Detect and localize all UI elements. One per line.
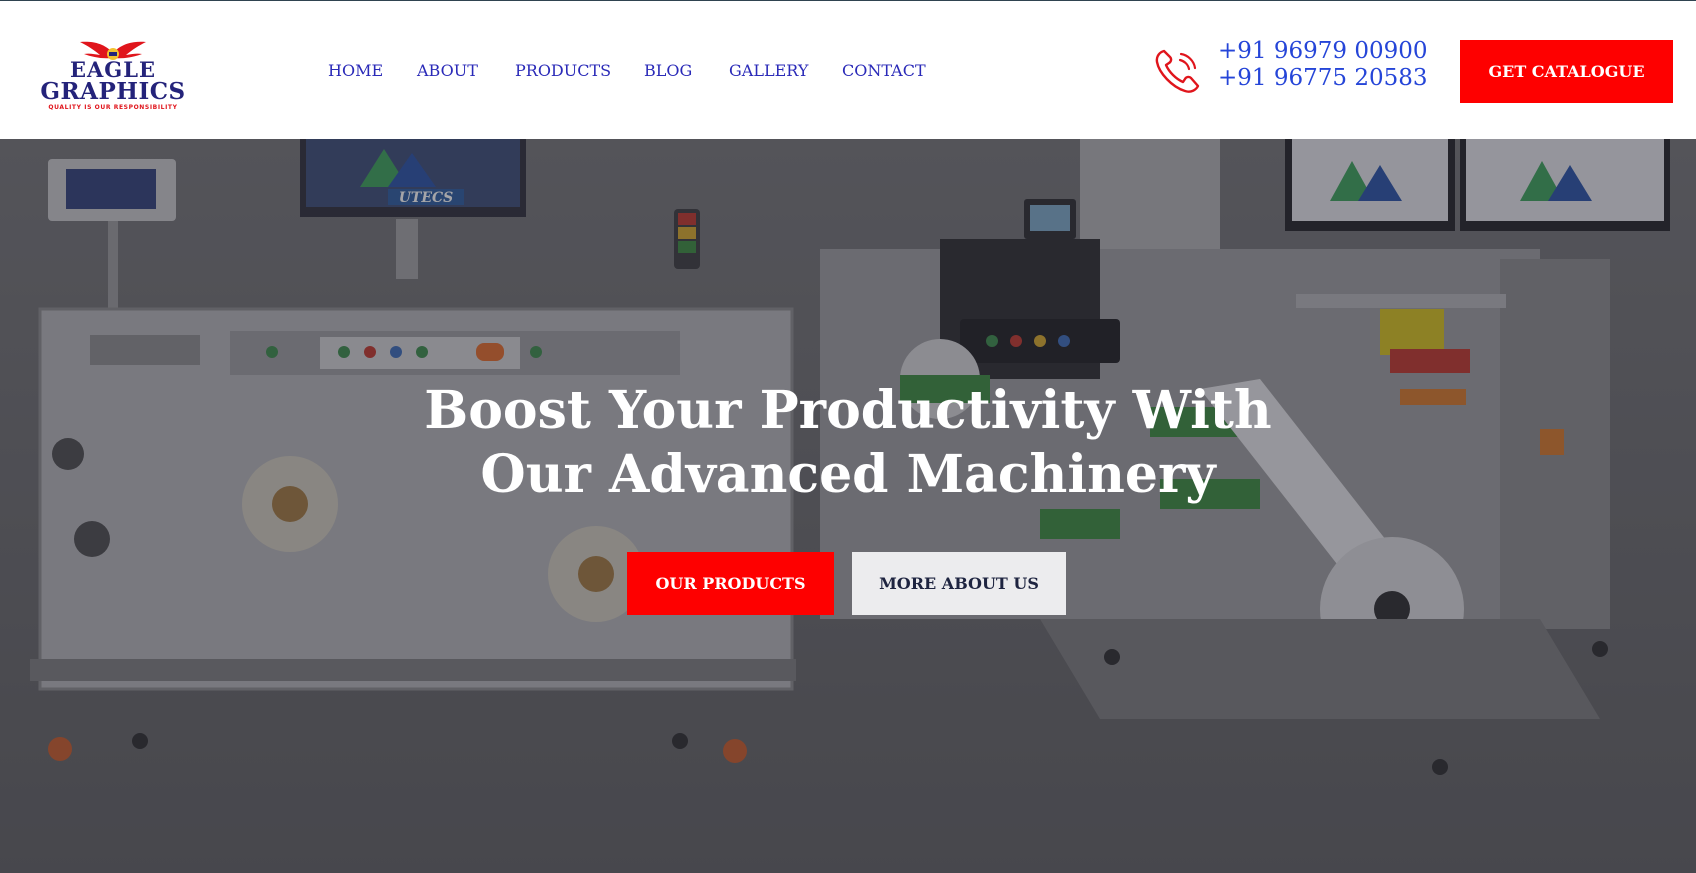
nav-products[interactable]: PRODUCTS	[515, 59, 611, 83]
nav-gallery[interactable]: GALLERY	[729, 59, 808, 83]
hero-headline-line-1: Boost Your Productivity With	[424, 380, 1272, 441]
phone-number-1[interactable]: +91 96979 00900	[1218, 38, 1428, 65]
nav-about[interactable]: ABOUT	[417, 59, 478, 83]
nav-home[interactable]: HOME	[328, 59, 383, 83]
hero-headline-line-2: Our Advanced Machinery	[480, 444, 1216, 505]
site-header: EAGLE GRAPHICS QUALITY IS OUR RESPONSIBI…	[0, 1, 1696, 139]
phone-numbers: +91 96979 00900 +91 96775 20583	[1218, 38, 1428, 92]
get-catalogue-button[interactable]: GET CATALOGUE	[1460, 40, 1673, 103]
logo-tagline: QUALITY IS OUR RESPONSIBILITY	[48, 104, 178, 111]
hero-headline: Boost Your Productivity With Our Advance…	[348, 379, 1348, 507]
our-products-button[interactable]: OUR PRODUCTS	[627, 552, 834, 615]
hero-banner: UTECS Boost Your Productivity With Our A…	[0, 139, 1696, 873]
nav-blog[interactable]: BLOG	[644, 59, 692, 83]
logo-text-graphics: GRAPHICS	[40, 78, 186, 105]
nav-contact[interactable]: CONTACT	[842, 59, 926, 83]
phone-number-2[interactable]: +91 96775 20583	[1218, 65, 1428, 92]
logo[interactable]: EAGLE GRAPHICS QUALITY IS OUR RESPONSIBI…	[30, 39, 196, 115]
phone-icon	[1155, 49, 1200, 93]
more-about-us-button[interactable]: MORE ABOUT US	[852, 552, 1066, 615]
